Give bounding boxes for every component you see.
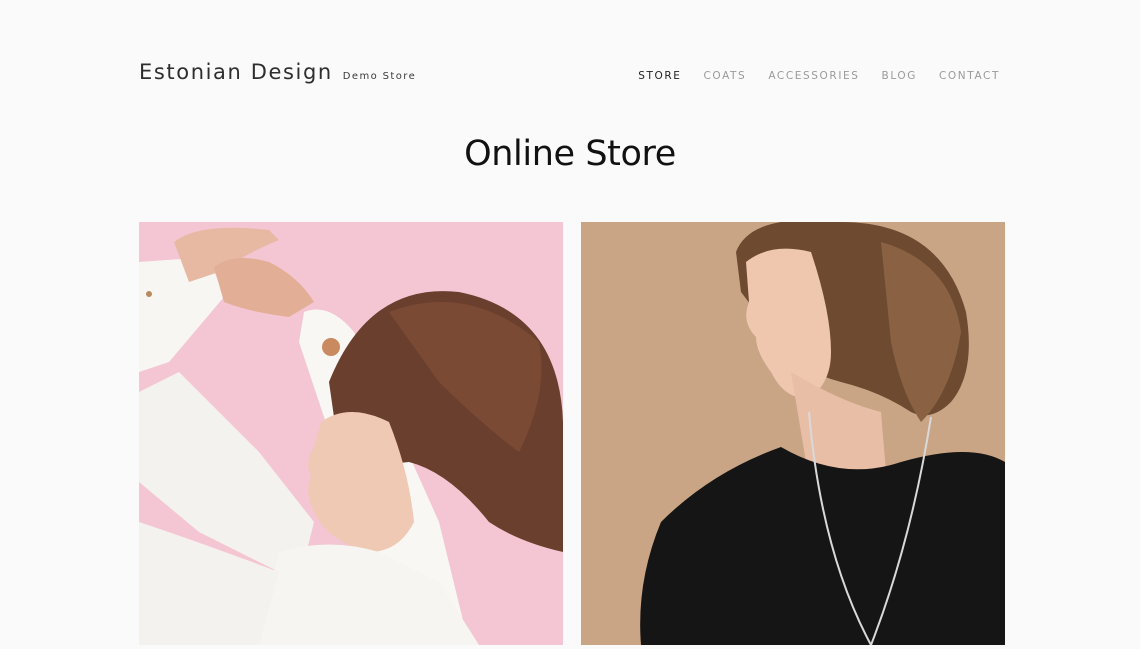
site-logo-link[interactable]: Estonian Design Demo Store (139, 60, 416, 84)
page: Estonian Design Demo Store STORE COATS A… (0, 0, 1140, 649)
product-image-2 (581, 222, 1005, 645)
product-grid (139, 222, 1005, 649)
nav-item-coats[interactable]: COATS (703, 70, 746, 82)
product-card-2[interactable] (581, 222, 1005, 645)
product-image-1 (139, 222, 563, 645)
site-title: Estonian Design (139, 60, 333, 84)
site-header: Estonian Design Demo Store STORE COATS A… (139, 60, 1005, 94)
main-nav: STORE COATS ACCESSORIES BLOG CONTACT (616, 70, 1000, 82)
site-tagline: Demo Store (342, 71, 417, 82)
nav-item-blog[interactable]: BLOG (882, 70, 917, 82)
nav-item-store[interactable]: STORE (638, 70, 681, 82)
nav-item-contact[interactable]: CONTACT (939, 70, 1000, 82)
page-title: Online Store (464, 134, 676, 174)
nav-item-accessories[interactable]: ACCESSORIES (768, 70, 859, 82)
product-card-1[interactable] (139, 222, 563, 645)
